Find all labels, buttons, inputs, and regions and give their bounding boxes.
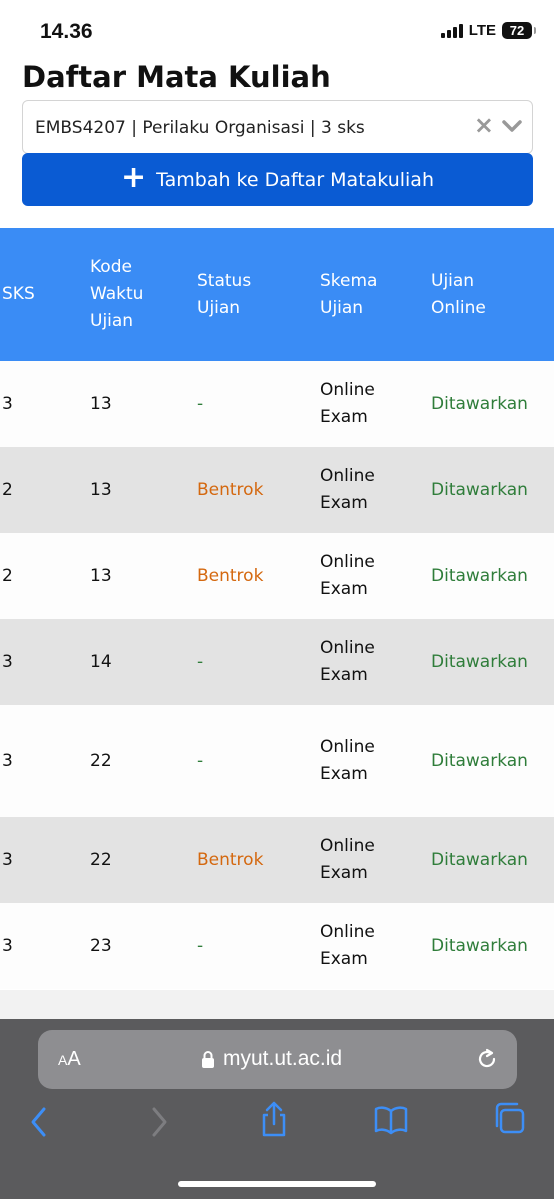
course-picker-section: Daftar Mata Kuliah EMBS4207 | Perilaku O… <box>0 60 554 228</box>
cell-skema-ujian: Online Exam <box>320 638 375 685</box>
cell-status-ujian: Bentrok <box>197 565 264 586</box>
table-row: 2 13 Bentrok Online Exam Ditawarkan <box>0 447 554 533</box>
cell-ujian-online: Ditawarkan <box>431 651 528 672</box>
cell-status-ujian: - <box>197 393 204 414</box>
home-indicator <box>178 1181 376 1187</box>
table-row: 3 13 - Online Exam Ditawarkan <box>0 361 554 447</box>
cell-ujian-online: Ditawarkan <box>431 849 528 870</box>
header-ujian-online: Ujian Online <box>431 270 486 318</box>
table-row: 3 22 - Online Exam Ditawarkan <box>0 705 554 817</box>
table-row: 2 13 Bentrok Online Exam Ditawarkan <box>0 533 554 619</box>
add-course-button-label: Tambah ke Daftar Matakuliah <box>156 168 434 191</box>
cell-ujian-online: Ditawarkan <box>431 393 528 414</box>
browser-toolbar: AA myut.ut.ac.id <box>0 1019 554 1199</box>
header-skema-ujian: Skema Ujian <box>320 270 378 318</box>
cell-skema-ujian: Online Exam <box>320 836 375 883</box>
share-icon[interactable] <box>259 1099 289 1143</box>
cell-kode-waktu: 14 <box>90 651 112 672</box>
status-bar: 14.36 LTE 72 <box>0 0 554 60</box>
cell-kode-waktu: 23 <box>90 935 112 956</box>
clear-icon[interactable]: × <box>474 111 494 139</box>
add-course-button[interactable]: + Tambah ke Daftar Matakuliah <box>22 153 533 206</box>
cell-skema-ujian: Online Exam <box>320 380 375 427</box>
cell-skema-ujian: Online Exam <box>320 922 375 969</box>
tabs-icon[interactable] <box>492 1101 526 1139</box>
bookmarks-icon[interactable] <box>374 1103 408 1139</box>
forward-icon[interactable] <box>148 1105 170 1143</box>
cell-sks: 3 <box>2 750 13 771</box>
course-select-value: EMBS4207 | Perilaku Organisasi | 3 sks <box>35 118 365 138</box>
cell-kode-waktu: 13 <box>90 565 112 586</box>
cell-status-ujian: - <box>197 935 204 956</box>
cell-skema-ujian: Online Exam <box>320 737 375 784</box>
browser-nav <box>0 1101 554 1145</box>
url-text[interactable]: myut.ut.ac.id <box>223 1047 342 1071</box>
network-label: LTE <box>468 22 496 39</box>
status-indicators: LTE 72 <box>440 22 536 39</box>
cell-sks: 3 <box>2 849 13 870</box>
cell-skema-ujian: Online Exam <box>320 466 375 513</box>
header-sks: SKS <box>2 284 35 304</box>
cell-kode-waktu: 22 <box>90 849 112 870</box>
course-table: SKS Kode Waktu Ujian Status Ujian Skema Ujia… <box>0 228 554 990</box>
cell-ujian-online: Ditawarkan <box>431 479 528 500</box>
cell-sks: 3 <box>2 393 13 414</box>
cell-sks: 3 <box>2 651 13 672</box>
lock-icon <box>201 1050 215 1073</box>
reader-settings-button[interactable]: AA <box>58 1048 81 1071</box>
header-status-ujian: Status Ujian <box>197 270 252 318</box>
chevron-down-icon[interactable] <box>502 119 522 138</box>
page-title: Daftar Mata Kuliah <box>22 60 331 94</box>
cell-skema-ujian: Online Exam <box>320 552 375 599</box>
cell-kode-waktu: 13 <box>90 393 112 414</box>
reload-icon[interactable] <box>475 1047 499 1075</box>
header-kode-waktu-ujian: Kode Waktu Ujian <box>90 257 144 331</box>
signal-icon <box>440 23 463 38</box>
cell-kode-waktu: 13 <box>90 479 112 500</box>
cell-kode-waktu: 22 <box>90 750 112 771</box>
plus-icon: + <box>121 160 147 195</box>
cell-ujian-online: Ditawarkan <box>431 935 528 956</box>
cell-status-ujian: - <box>197 750 204 771</box>
table-row: 3 23 - Online Exam Ditawarkan <box>0 903 554 989</box>
status-time: 14.36 <box>40 20 93 43</box>
cell-status-ujian: Bentrok <box>197 479 264 500</box>
cell-sks: 3 <box>2 935 13 956</box>
cell-status-ujian: Bentrok <box>197 849 264 870</box>
cell-ujian-online: Ditawarkan <box>431 750 528 771</box>
battery-icon: 72 <box>502 22 536 39</box>
cell-sks: 2 <box>2 479 13 500</box>
cell-sks: 2 <box>2 565 13 586</box>
cell-ujian-online: Ditawarkan <box>431 565 528 586</box>
table-row: 3 14 - Online Exam Ditawarkan <box>0 619 554 705</box>
course-select[interactable]: EMBS4207 | Perilaku Organisasi | 3 sks × <box>22 100 533 154</box>
address-bar[interactable]: AA myut.ut.ac.id <box>38 1030 517 1089</box>
back-icon[interactable] <box>28 1105 50 1143</box>
table-header: SKS Kode Waktu Ujian Status Ujian Skema Ujia… <box>0 228 554 361</box>
cell-status-ujian: - <box>197 651 204 672</box>
table-row: 3 22 Bentrok Online Exam Ditawarkan <box>0 817 554 903</box>
